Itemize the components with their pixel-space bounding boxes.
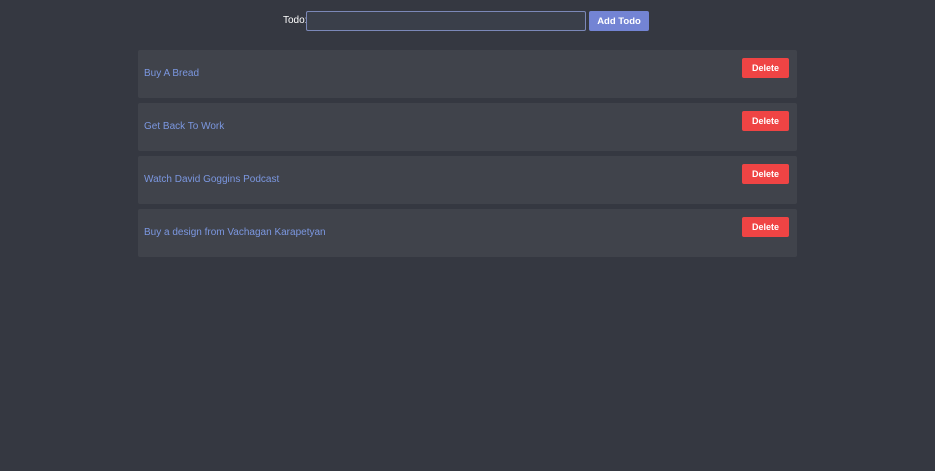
todo-list: Buy A Bread Delete Get Back To Work Dele… [138, 50, 797, 262]
todo-text[interactable]: Watch David Goggins Podcast [144, 173, 279, 187]
todo-item: Get Back To Work Delete [138, 103, 797, 151]
delete-button[interactable]: Delete [742, 217, 789, 237]
todo-item: Buy A Bread Delete [138, 50, 797, 98]
todo-label: Todo: [283, 15, 308, 26]
todo-input[interactable] [306, 11, 586, 31]
delete-button[interactable]: Delete [742, 111, 789, 131]
todo-text[interactable]: Get Back To Work [144, 120, 224, 134]
todo-text[interactable]: Buy A Bread [144, 67, 199, 81]
todo-text[interactable]: Buy a design from Vachagan Karapetyan [144, 226, 326, 240]
todo-item: Buy a design from Vachagan Karapetyan De… [138, 209, 797, 257]
delete-button[interactable]: Delete [742, 58, 789, 78]
todo-item: Watch David Goggins Podcast Delete [138, 156, 797, 204]
delete-button[interactable]: Delete [742, 164, 789, 184]
add-todo-button[interactable]: Add Todo [589, 11, 649, 31]
add-todo-form: Todo: Add Todo [0, 11, 935, 31]
